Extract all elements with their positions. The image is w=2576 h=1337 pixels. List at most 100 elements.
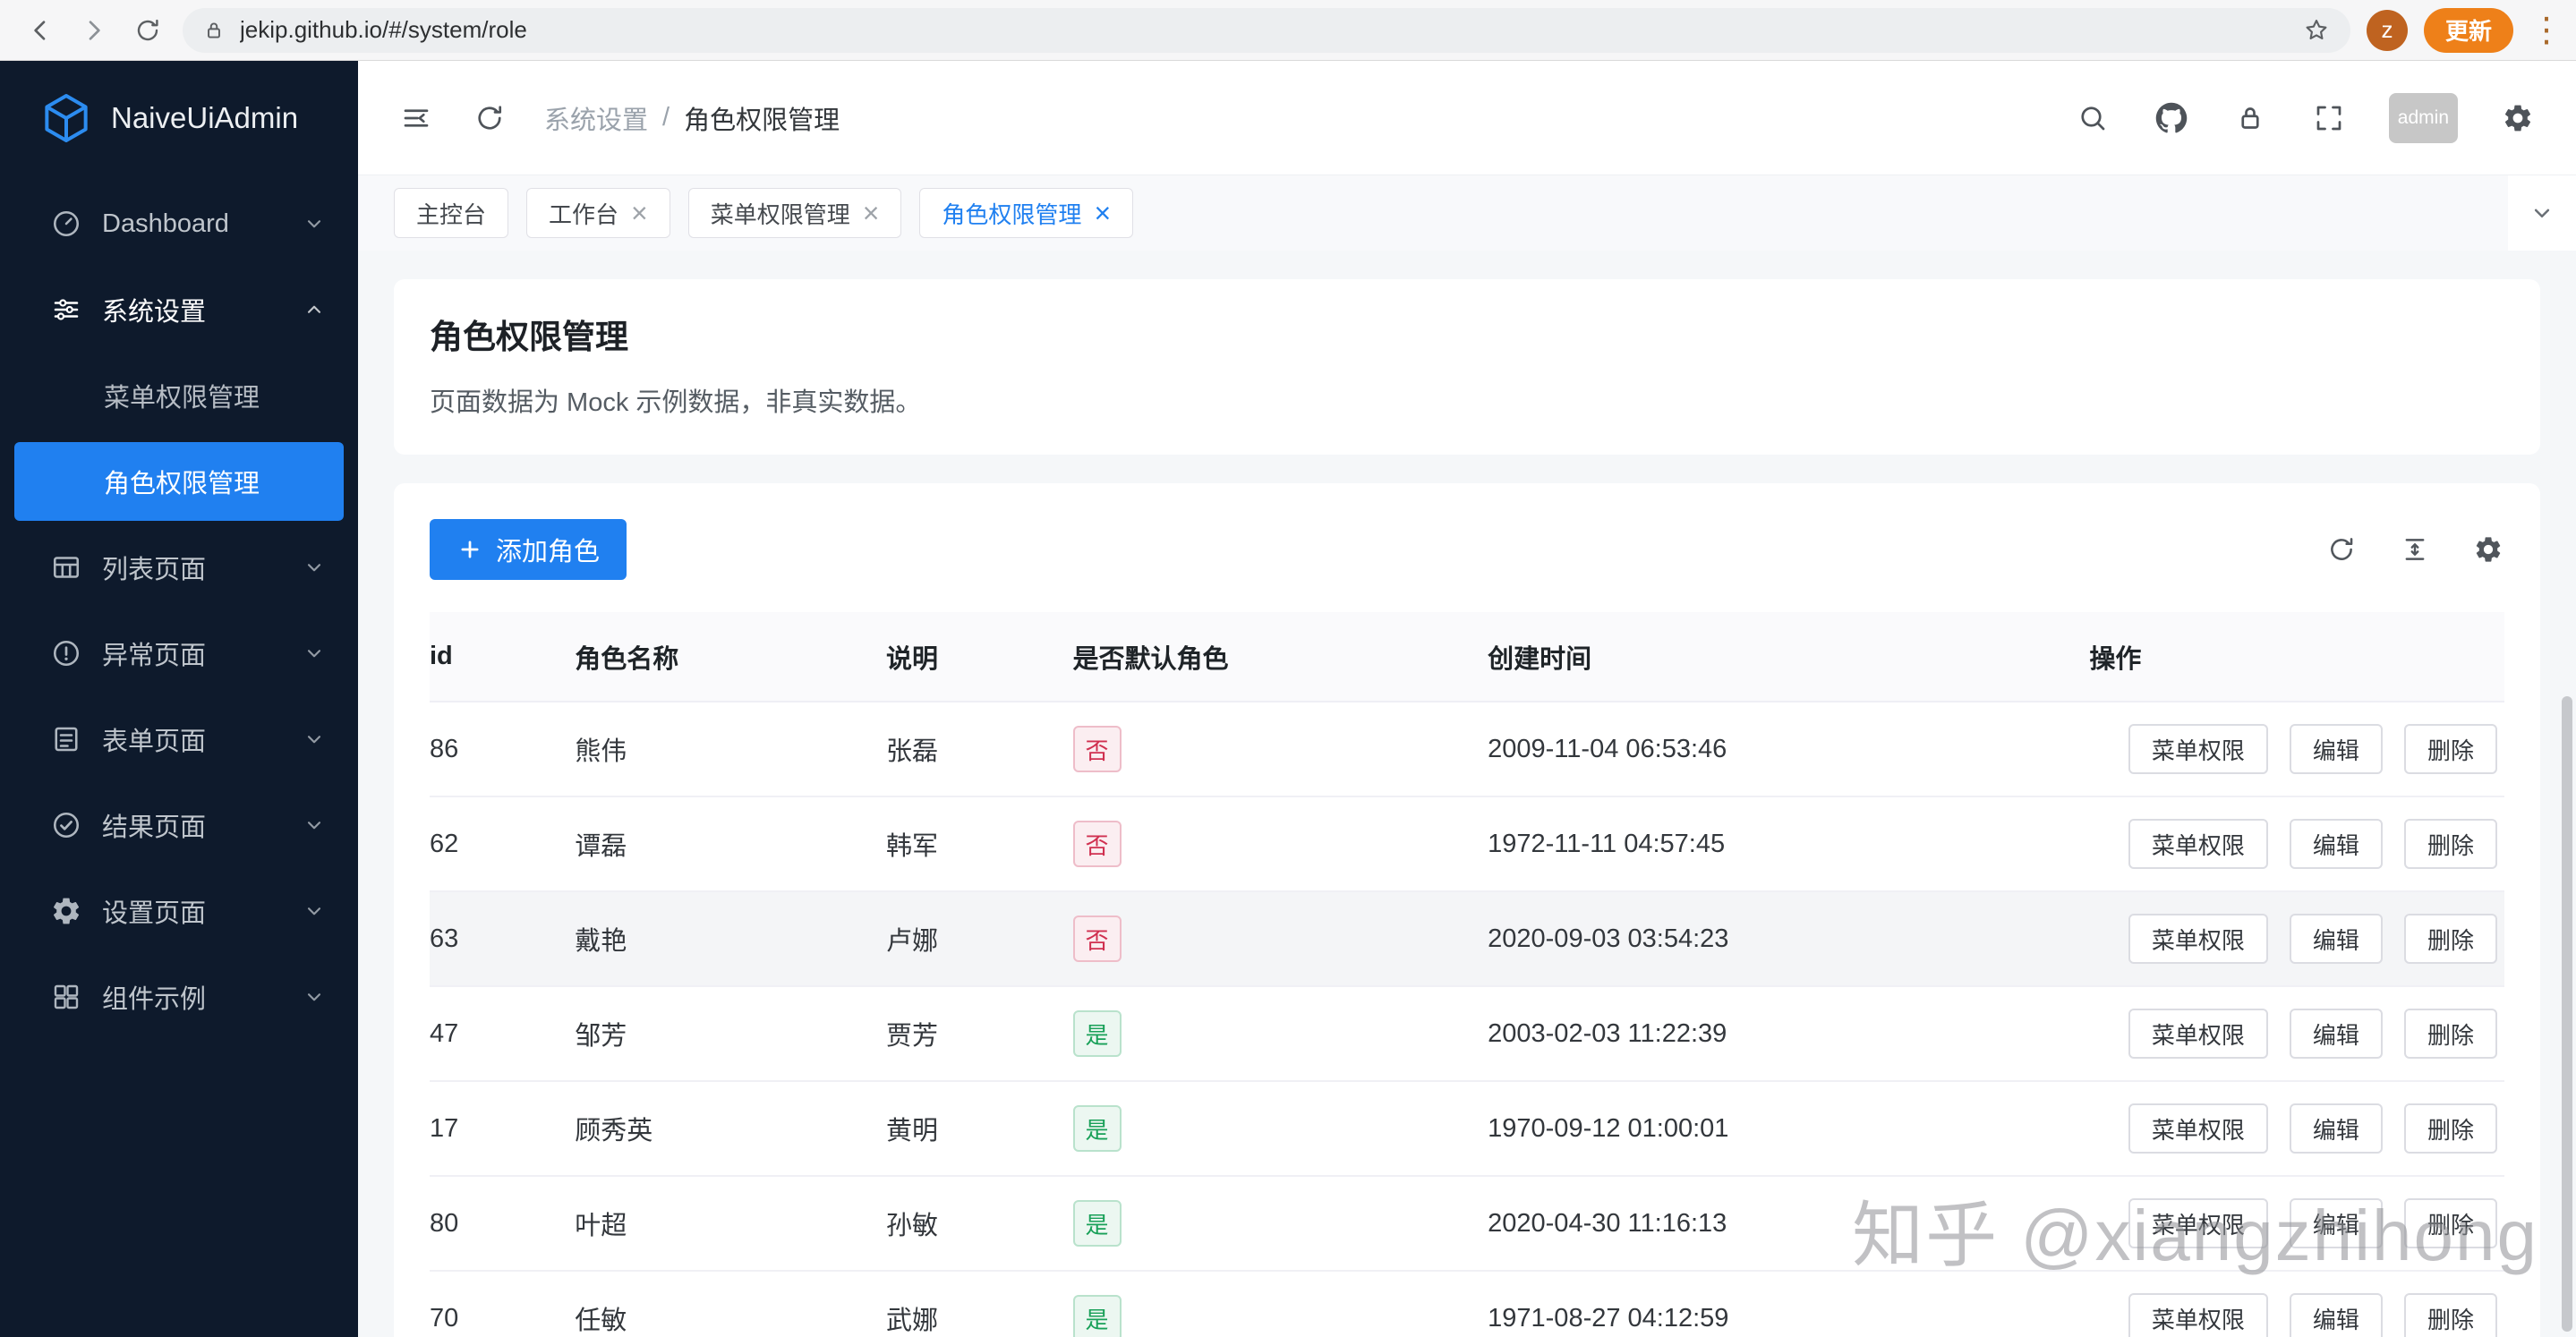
browser-menu-icon[interactable]: ⋮ — [2529, 13, 2563, 47]
add-role-button[interactable]: 添加角色 — [430, 519, 627, 580]
close-icon[interactable]: × — [863, 199, 880, 227]
default-tag: 否 — [1072, 726, 1122, 772]
chevron-down-icon — [303, 212, 326, 235]
cell-id: 47 — [430, 986, 576, 1082]
browser-update-button[interactable]: 更新 — [2423, 7, 2513, 53]
cell-name: 任敏 — [575, 1271, 886, 1337]
tab-workbench[interactable]: 工作台 × — [526, 188, 670, 238]
edit-button[interactable]: 编辑 — [2289, 819, 2383, 869]
app-logo[interactable]: NaiveUiAdmin — [0, 61, 358, 175]
table-density-icon[interactable] — [2399, 533, 2431, 566]
collapse-sidebar-button[interactable] — [397, 99, 435, 137]
intro-card: 角色权限管理 页面数据为 Mock 示例数据，非真实数据。 — [394, 279, 2540, 455]
table-icon — [50, 551, 82, 583]
search-icon[interactable] — [2074, 99, 2111, 137]
close-icon[interactable]: × — [1094, 199, 1111, 227]
sidebar-item-list-pages[interactable]: 列表页面 — [0, 524, 358, 610]
edit-button[interactable]: 编辑 — [2289, 914, 2383, 964]
table-body: 86 熊伟 张磊 否 2009-11-04 06:53:46 菜单权限 编辑 删… — [430, 702, 2504, 1337]
delete-button[interactable]: 删除 — [2403, 1293, 2497, 1337]
edit-button[interactable]: 编辑 — [2289, 724, 2383, 774]
sidebar-item-result-pages[interactable]: 结果页面 — [0, 782, 358, 868]
sidebar: NaiveUiAdmin Dashboard 系统设置 菜单权限管理 角色权限管… — [0, 61, 358, 1337]
close-icon[interactable]: × — [631, 199, 648, 227]
cell-name: 叶超 — [575, 1176, 886, 1272]
refresh-page-button[interactable] — [471, 99, 508, 137]
delete-button[interactable]: 删除 — [2403, 914, 2497, 964]
sidebar-item-form-pages[interactable]: 表单页面 — [0, 696, 358, 782]
sidebar-item-system-settings[interactable]: 系统设置 — [0, 267, 358, 353]
column-header-desc: 说明 — [885, 612, 1073, 703]
sidebar-item-menu-permission[interactable]: 菜单权限管理 — [0, 353, 358, 439]
url-bar[interactable]: jekip.github.io/#/system/role — [183, 7, 2350, 53]
components-icon — [50, 981, 82, 1013]
browser-forward-button[interactable] — [75, 12, 113, 49]
app-header: 系统设置 / 角色权限管理 admin — [358, 61, 2576, 175]
menu-permission-button[interactable]: 菜单权限 — [2128, 1009, 2268, 1059]
edit-button[interactable]: 编辑 — [2289, 1198, 2383, 1248]
tab-role-permission[interactable]: 角色权限管理 × — [919, 188, 1134, 238]
tabs-bar: 主控台 工作台 × 菜单权限管理 × 角色权限管理 × — [358, 175, 2576, 251]
cell-created: 1971-08-27 04:12:59 — [1488, 1271, 2090, 1337]
column-header-name: 角色名称 — [575, 612, 886, 703]
sidebar-item-role-permission[interactable]: 角色权限管理 — [14, 442, 344, 521]
table-header-row: id 角色名称 说明 是否默认角色 创建时间 操作 — [430, 612, 2504, 703]
tab-menu-permission[interactable]: 菜单权限管理 × — [687, 188, 902, 238]
table-row: 17 顾秀英 黄明 是 1970-09-12 01:00:01 菜单权限 编辑 … — [430, 1081, 2504, 1177]
tab-console[interactable]: 主控台 — [394, 188, 509, 238]
browser-reload-button[interactable] — [129, 12, 166, 49]
form-icon — [50, 723, 82, 755]
sidebar-item-settings-pages[interactable]: 设置页面 — [0, 868, 358, 954]
cell-id: 70 — [430, 1271, 576, 1337]
table-row: 63 戴艳 卢娜 否 2020-09-03 03:54:23 菜单权限 编辑 删… — [430, 891, 2504, 987]
edit-button[interactable]: 编辑 — [2289, 1293, 2383, 1337]
table-row: 47 邹芳 贾芳 是 2003-02-03 11:22:39 菜单权限 编辑 删… — [430, 986, 2504, 1082]
delete-button[interactable]: 删除 — [2403, 819, 2497, 869]
fullscreen-icon[interactable] — [2310, 99, 2348, 137]
user-avatar[interactable]: admin — [2388, 92, 2458, 143]
edit-button[interactable]: 编辑 — [2289, 1103, 2383, 1154]
breadcrumb-item-current[interactable]: 角色权限管理 — [684, 99, 840, 137]
breadcrumb: 系统设置 / 角色权限管理 — [544, 99, 840, 137]
cell-created: 2003-02-03 11:22:39 — [1488, 986, 2090, 1082]
edit-button[interactable]: 编辑 — [2289, 1009, 2383, 1059]
delete-button[interactable]: 删除 — [2403, 1103, 2497, 1154]
breadcrumb-item[interactable]: 系统设置 — [544, 99, 648, 137]
table-row: 70 任敏 武娜 是 1971-08-27 04:12:59 菜单权限 编辑 删… — [430, 1271, 2504, 1337]
delete-button[interactable]: 删除 — [2403, 724, 2497, 774]
menu-permission-button[interactable]: 菜单权限 — [2128, 1293, 2268, 1337]
browser-profile-avatar[interactable]: z — [2366, 9, 2408, 51]
chevron-down-icon — [303, 813, 326, 837]
default-tag: 否 — [1072, 915, 1122, 962]
cell-name: 顾秀英 — [575, 1081, 886, 1177]
window-scrollbar[interactable] — [2562, 696, 2572, 1332]
bookmark-star-icon[interactable] — [2302, 16, 2331, 45]
tabs-dropdown-button[interactable] — [2508, 175, 2576, 251]
table-settings-gear-icon[interactable] — [2472, 533, 2504, 566]
menu-permission-button[interactable]: 菜单权限 — [2128, 1198, 2268, 1248]
delete-button[interactable]: 删除 — [2403, 1198, 2497, 1248]
sidebar-item-exception-pages[interactable]: 异常页面 — [0, 610, 358, 696]
settings-gear-icon[interactable] — [2499, 99, 2537, 137]
lock-screen-icon[interactable] — [2231, 99, 2269, 137]
chevron-down-icon — [303, 728, 326, 751]
menu-permission-button[interactable]: 菜单权限 — [2128, 914, 2268, 964]
menu-permission-button[interactable]: 菜单权限 — [2128, 819, 2268, 869]
page-subtitle: 页面数据为 Mock 示例数据，非真实数据。 — [430, 388, 922, 417]
cell-desc: 黄明 — [885, 1081, 1073, 1177]
table-row: 62 谭磊 韩军 否 1972-11-11 04:57:45 菜单权限 编辑 删… — [430, 796, 2504, 892]
menu-permission-button[interactable]: 菜单权限 — [2128, 1103, 2268, 1154]
url-text: jekip.github.io/#/system/role — [240, 16, 527, 43]
table-reload-icon[interactable] — [2325, 533, 2358, 566]
column-header-actions: 操作 — [2089, 612, 2504, 703]
github-icon[interactable] — [2153, 99, 2190, 137]
sidebar-item-dashboard[interactable]: Dashboard — [0, 181, 358, 267]
sidebar-item-component-examples[interactable]: 组件示例 — [0, 954, 358, 1040]
default-tag: 是 — [1072, 1295, 1122, 1337]
delete-button[interactable]: 删除 — [2403, 1009, 2497, 1059]
cell-created: 2020-09-03 03:54:23 — [1488, 891, 2090, 987]
column-header-default: 是否默认角色 — [1072, 612, 1488, 703]
browser-back-button[interactable] — [21, 12, 59, 49]
menu-permission-button[interactable]: 菜单权限 — [2128, 724, 2268, 774]
table-card: 添加角色 id 角色名称 说明 是否默认角色 创建时间 操作 86 熊伟 张磊 … — [394, 483, 2540, 1337]
